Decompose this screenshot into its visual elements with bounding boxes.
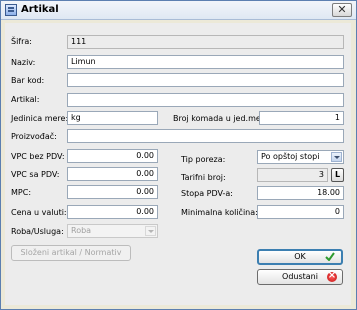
title-bar[interactable]: Artikal ✕ (1, 1, 356, 20)
checkmark-icon (325, 252, 335, 261)
vpc-sa-pdv-field[interactable]: 0.00 (67, 167, 158, 181)
naziv-field[interactable]: Limun (67, 55, 344, 69)
chevron-down-icon (331, 152, 342, 162)
vpc-bez-pdv-label: VPC bez PDV: (11, 152, 65, 161)
artikal-label: Artikal: (11, 95, 40, 104)
tarifni-broj-lookup-button[interactable]: L (331, 168, 344, 182)
mpc-label: MPC: (11, 188, 32, 197)
chevron-down-icon (145, 226, 156, 236)
window-title: Artikal (21, 4, 59, 15)
bar-kod-label: Bar kod: (11, 76, 45, 85)
form-body: Šifra: 111 Naziv: Limun Bar kod: Artikal… (5, 23, 351, 305)
stopa-pdv-field[interactable]: 18.00 (257, 186, 344, 200)
broj-komada-label: Broj komada u jed.mere: (173, 114, 272, 123)
naziv-label: Naziv: (11, 58, 36, 67)
form-icon (5, 4, 17, 16)
cancel-icon (327, 269, 337, 283)
proizvodjac-field[interactable] (67, 129, 344, 143)
tip-poreza-label: Tip poreza: (181, 155, 226, 164)
roba-usluga-label: Roba/Usluga: (11, 227, 64, 236)
vpc-bez-pdv-field[interactable]: 0.00 (67, 149, 158, 163)
ok-button[interactable]: OK (257, 249, 343, 265)
minimalna-kolicina-field[interactable]: 0 (257, 205, 344, 219)
broj-komada-field[interactable]: 1 (259, 111, 344, 125)
tarifni-broj-field[interactable]: 3 (257, 168, 328, 182)
minimalna-kolicina-label: Minimalna količina: (181, 208, 258, 217)
tip-poreza-select[interactable]: Po opštoj stopi (257, 150, 344, 164)
mpc-field[interactable]: 0.00 (67, 185, 158, 199)
jedinica-mere-field[interactable]: kg (67, 111, 158, 125)
odustani-button[interactable]: Odustani (257, 269, 343, 285)
sifra-field[interactable]: 111 (67, 35, 344, 49)
roba-usluga-value: Roba (71, 226, 92, 235)
roba-usluga-select[interactable]: Roba (67, 224, 158, 238)
odustani-button-label: Odustani (282, 272, 318, 281)
tip-poreza-value: Po opštoj stopi (261, 152, 320, 161)
bar-kod-field[interactable] (67, 73, 344, 87)
stopa-pdv-label: Stopa PDV-a: (181, 189, 233, 198)
tarifni-broj-label: Tarifni broj: (181, 173, 226, 182)
artikal-window: Artikal ✕ Šifra: 111 Naziv: Limun Bar ko… (0, 0, 357, 310)
close-button[interactable]: ✕ (332, 3, 352, 17)
proizvodjac-label: Proizvođač: (11, 132, 57, 141)
artikal-field[interactable] (67, 93, 344, 107)
ok-button-label: OK (294, 252, 306, 261)
cena-u-valuti-field[interactable]: 0.00 (67, 205, 158, 219)
cena-u-valuti-label: Cena u valuti: (11, 208, 67, 217)
slozeni-artikal-button[interactable]: Složeni artikal / Normativ (11, 245, 131, 261)
vpc-sa-pdv-label: VPC sa PDV: (11, 170, 60, 179)
sifra-label: Šifra: (11, 37, 33, 46)
jedinica-mere-label: Jedinica mere: (11, 114, 69, 123)
